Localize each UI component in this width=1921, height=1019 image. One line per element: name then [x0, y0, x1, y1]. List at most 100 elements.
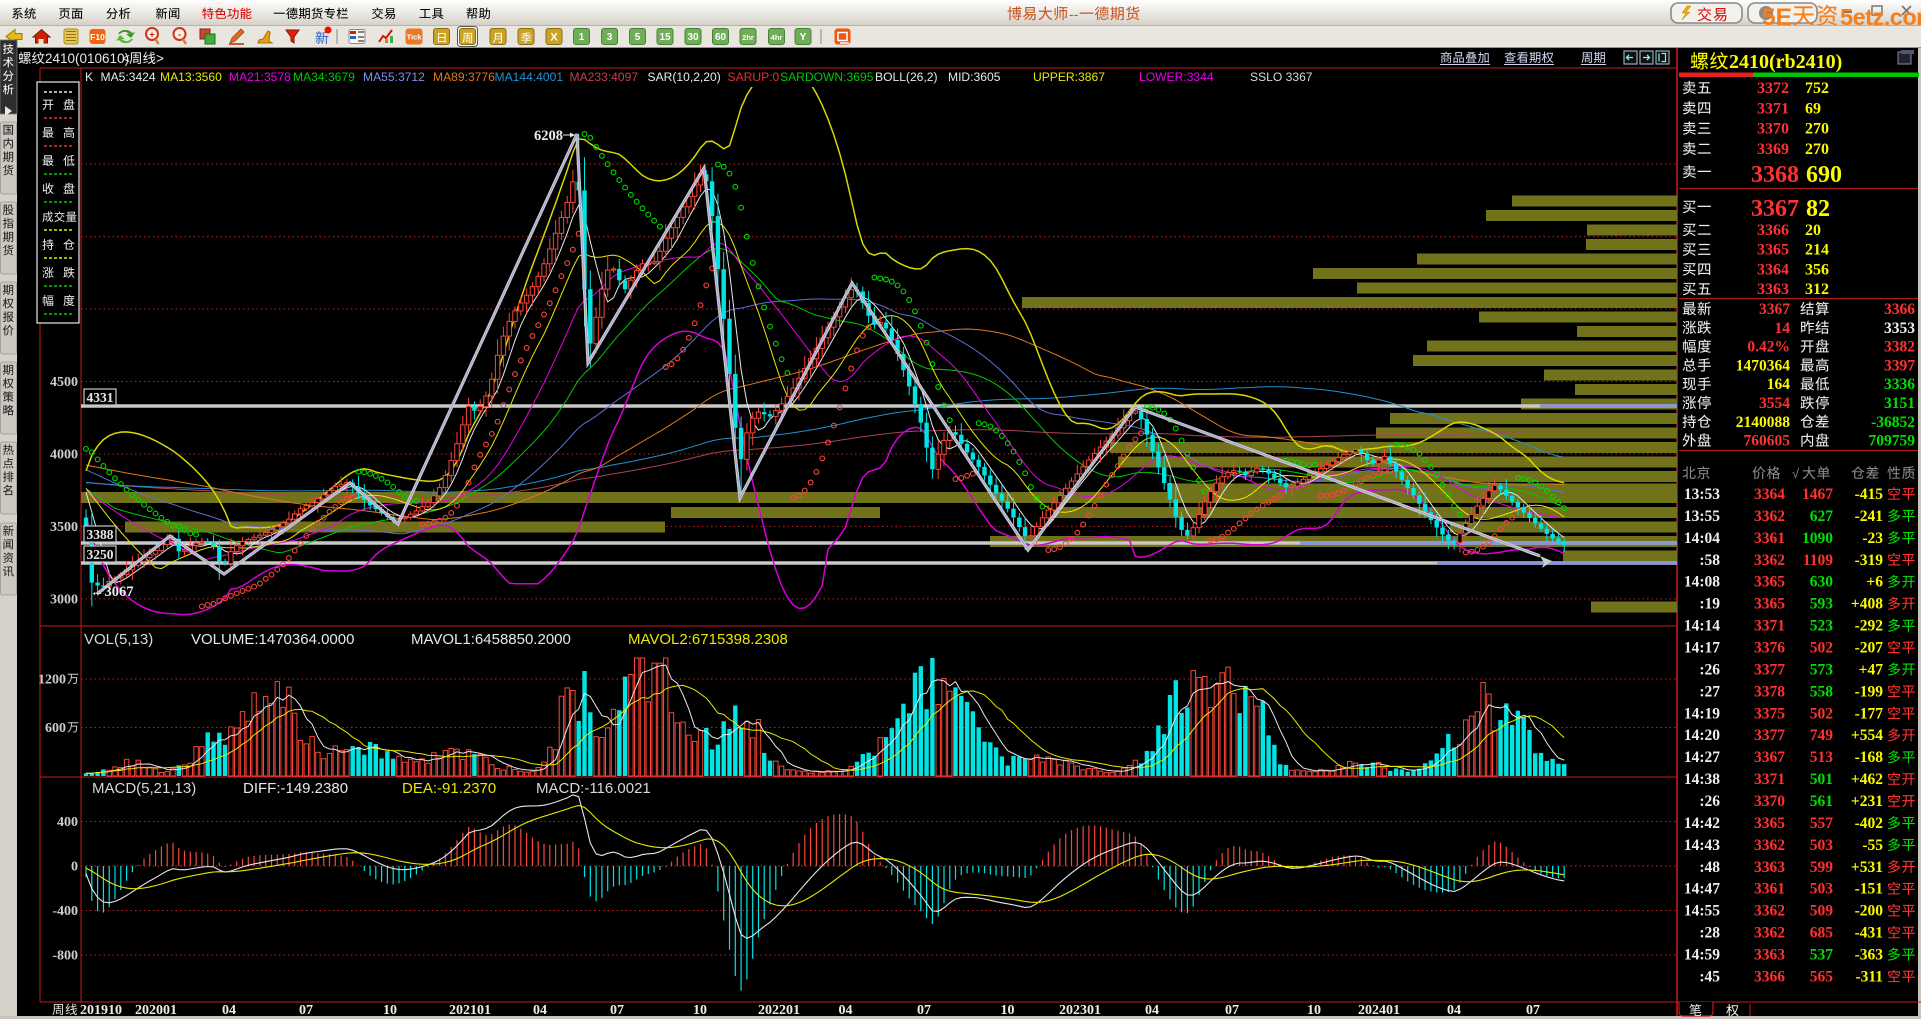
svg-text:-402: -402 — [1855, 815, 1884, 832]
svg-text:502: 502 — [1810, 640, 1834, 657]
svg-text:-431: -431 — [1855, 925, 1883, 942]
svg-text:14: 14 — [1775, 320, 1791, 337]
svg-text:LOWER:3344: LOWER:3344 — [1139, 70, 1214, 84]
svg-text:1: 1 — [579, 32, 585, 43]
svg-text:07: 07 — [1225, 1003, 1239, 1018]
svg-text:MA21:3578: MA21:3578 — [229, 70, 291, 84]
svg-text::19: :19 — [1699, 596, 1720, 613]
svg-text:3376: 3376 — [1754, 640, 1785, 657]
svg-text:10: 10 — [693, 1003, 707, 1018]
svg-text:3367: 3367 — [1759, 301, 1790, 318]
svg-text:3367: 3367 — [1754, 749, 1785, 766]
svg-text:502: 502 — [1810, 705, 1834, 722]
svg-text:600: 600 — [45, 721, 66, 736]
svg-text:400: 400 — [57, 815, 78, 830]
svg-text:F10: F10 — [90, 32, 105, 42]
svg-text:3367: 3367 — [1751, 196, 1799, 222]
svg-text:690: 690 — [1806, 162, 1842, 188]
svg-text:3336: 3336 — [1884, 376, 1915, 393]
svg-text:0.42%: 0.42% — [1747, 339, 1790, 356]
svg-text:-36852: -36852 — [1871, 414, 1915, 431]
svg-text:15: 15 — [659, 32, 671, 43]
svg-text:-207: -207 — [1855, 640, 1884, 657]
svg-text:14:47: 14:47 — [1684, 881, 1720, 898]
svg-text:14:14: 14:14 — [1684, 618, 1720, 635]
svg-text:202101: 202101 — [449, 1003, 491, 1018]
svg-text:04: 04 — [839, 1003, 853, 1018]
svg-text:164: 164 — [1767, 376, 1791, 393]
svg-text:10: 10 — [383, 1003, 397, 1018]
svg-text:+462: +462 — [1851, 771, 1883, 788]
svg-text:30: 30 — [687, 32, 699, 43]
svg-text:3377: 3377 — [1754, 661, 1785, 678]
svg-text:69: 69 — [1805, 100, 1821, 117]
svg-text:3361: 3361 — [1754, 881, 1785, 898]
svg-text:3388: 3388 — [87, 527, 114, 542]
svg-text:509: 509 — [1810, 903, 1834, 920]
svg-text:-177: -177 — [1855, 705, 1884, 722]
svg-text:14:17: 14:17 — [1684, 640, 1720, 657]
svg-text:4hr: 4hr — [771, 33, 783, 42]
svg-text:14:20: 14:20 — [1684, 727, 1720, 744]
svg-text:749: 749 — [1810, 727, 1834, 744]
svg-text:356: 356 — [1805, 261, 1829, 278]
svg-text:202301: 202301 — [1059, 1003, 1101, 1018]
svg-text:3365: 3365 — [1754, 596, 1785, 613]
svg-text:10: 10 — [1001, 1003, 1015, 1018]
svg-text:MID:3605: MID:3605 — [948, 70, 1001, 84]
svg-text:202201: 202201 — [758, 1003, 800, 1018]
svg-text:X: X — [550, 32, 558, 44]
svg-text:270: 270 — [1805, 121, 1829, 138]
svg-text:3364: 3364 — [1757, 261, 1789, 278]
svg-text:04: 04 — [533, 1003, 547, 1018]
svg-text:501: 501 — [1810, 771, 1833, 788]
svg-text:3500: 3500 — [50, 520, 78, 535]
svg-text:MA34:3679: MA34:3679 — [293, 70, 355, 84]
svg-text:+6: +6 — [1866, 574, 1883, 591]
svg-text:+531: +531 — [1851, 859, 1883, 876]
svg-text:Y: Y — [800, 32, 807, 43]
svg-text:>: > — [156, 51, 164, 66]
svg-text:2410(rb2410): 2410(rb2410) — [1729, 51, 1842, 73]
svg-text:3000: 3000 — [50, 592, 78, 607]
svg-text:-241: -241 — [1855, 508, 1883, 525]
svg-text:1109: 1109 — [1803, 552, 1833, 569]
svg-text:MA13:3560: MA13:3560 — [160, 70, 222, 84]
svg-text:3364: 3364 — [1754, 486, 1785, 503]
svg-text:-400: -400 — [52, 904, 78, 919]
svg-text:14:43: 14:43 — [1684, 837, 1720, 854]
svg-text:-199: -199 — [1855, 683, 1884, 700]
svg-text:3397: 3397 — [1884, 357, 1915, 374]
svg-text:VOL(5,13): VOL(5,13) — [84, 631, 153, 648]
svg-text:685: 685 — [1810, 925, 1834, 942]
svg-text:3: 3 — [607, 32, 613, 43]
svg-text:14:04: 14:04 — [1684, 530, 1720, 547]
svg-text:3363: 3363 — [1754, 947, 1785, 964]
svg-text:503: 503 — [1810, 837, 1834, 854]
svg-text:MACD(5,21,13): MACD(5,21,13) — [92, 780, 196, 797]
svg-text:630: 630 — [1810, 574, 1834, 591]
svg-text:558: 558 — [1810, 683, 1834, 700]
svg-text::58: :58 — [1699, 552, 1720, 569]
svg-text:--: -- — [1069, 6, 1079, 22]
svg-text:-363: -363 — [1855, 947, 1884, 964]
svg-text:13:55: 13:55 — [1684, 508, 1720, 525]
svg-text:-292: -292 — [1855, 618, 1884, 635]
svg-text:MA144:4001: MA144:4001 — [495, 70, 564, 84]
svg-text:3250: 3250 — [87, 547, 114, 562]
svg-text:593: 593 — [1810, 596, 1834, 613]
svg-text:3363: 3363 — [1754, 859, 1785, 876]
svg-text:2140088: 2140088 — [1736, 414, 1791, 431]
svg-text:SARUP:0: SARUP:0 — [728, 70, 780, 84]
svg-text:-311: -311 — [1855, 969, 1883, 986]
svg-text:20: 20 — [1805, 222, 1821, 239]
svg-text::45: :45 — [1699, 969, 1720, 986]
svg-text:6208: 6208 — [534, 128, 563, 144]
svg-text:752: 752 — [1805, 80, 1829, 97]
svg-text:10: 10 — [1307, 1003, 1321, 1018]
svg-text:04: 04 — [222, 1003, 236, 1018]
svg-text:-415: -415 — [1855, 486, 1884, 503]
svg-text:4331: 4331 — [87, 390, 114, 405]
svg-text:3362: 3362 — [1754, 508, 1785, 525]
svg-text:627: 627 — [1810, 508, 1834, 525]
